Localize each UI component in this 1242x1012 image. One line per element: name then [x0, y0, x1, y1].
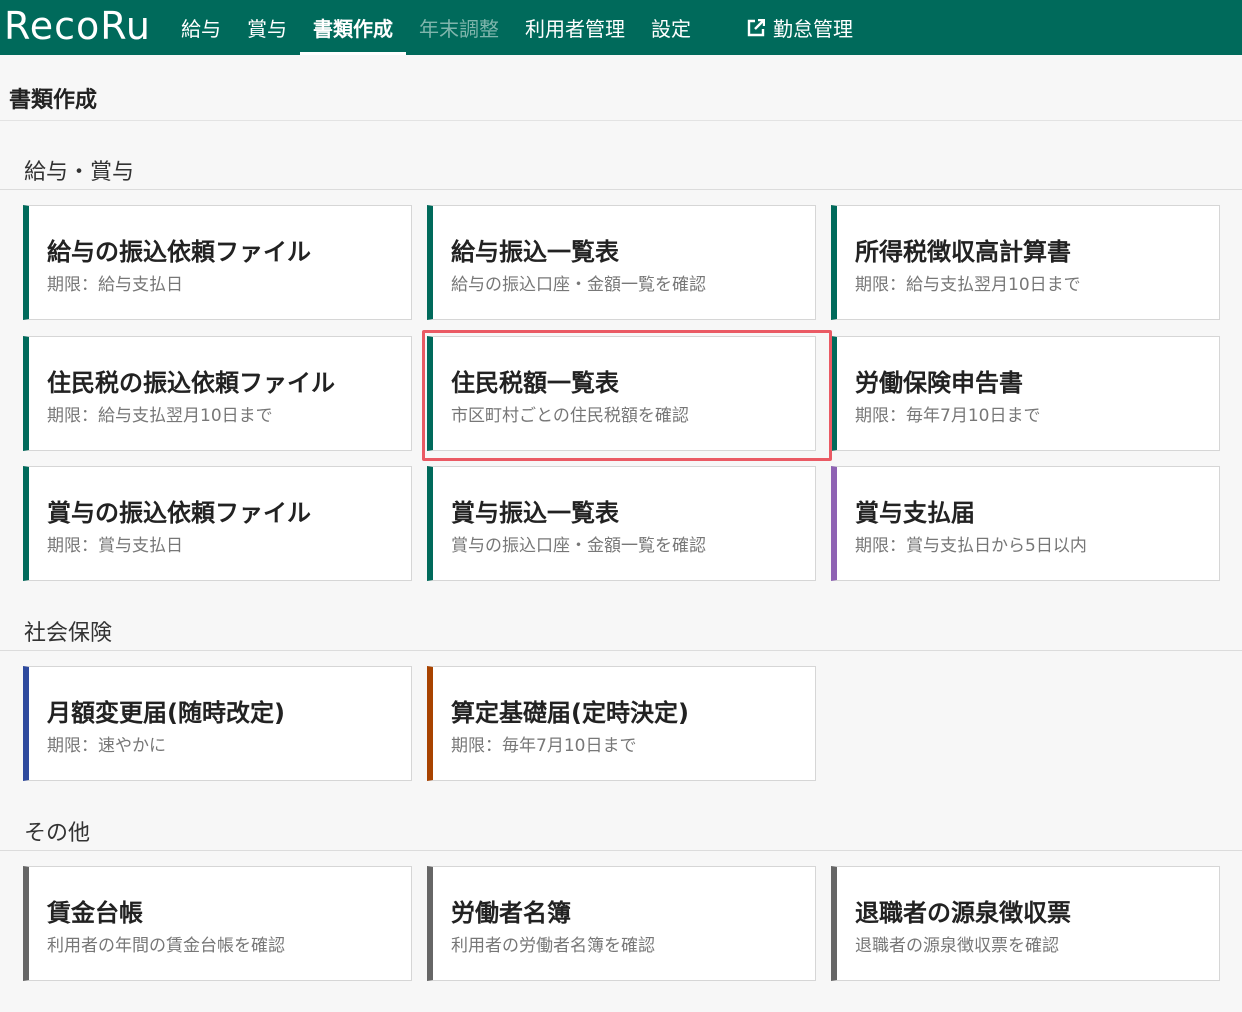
card-worker-register[interactable]: 労働者名簿 利用者の労働者名簿を確認: [427, 866, 816, 981]
card-subtitle: 期限：速やかに: [47, 736, 166, 756]
card-resident-tax-transfer-request-file[interactable]: 住民税の振込依頼ファイル 期限：給与支払翌月10日まで: [23, 336, 412, 451]
section-heading-other: その他: [24, 821, 91, 846]
section-heading-salary-bonus: 給与・賞与: [24, 160, 135, 185]
nav-item-salary[interactable]: 給与: [168, 0, 234, 55]
card-title: 給与の振込依頼ファイル: [47, 238, 311, 266]
card-subtitle: 期限：給与支払翌月10日まで: [855, 275, 1081, 295]
attendance-management-label: 勤怠管理: [773, 17, 853, 41]
section-divider: [0, 189, 1242, 190]
card-subtitle: 期限：賞与支払日: [47, 536, 183, 556]
card-title: 所得税徴収高計算書: [855, 238, 1071, 266]
external-link-icon: [747, 18, 765, 36]
card-title: 労働者名簿: [451, 899, 571, 927]
nav-item-year-end-adjustment[interactable]: 年末調整: [406, 0, 512, 55]
card-salary-transfer-list[interactable]: 給与振込一覧表 給与の振込口座・金額一覧を確認: [427, 205, 816, 320]
section-divider: [0, 650, 1242, 651]
nav-item-documents[interactable]: 書類作成: [300, 0, 406, 55]
card-wage-ledger[interactable]: 賃金台帳 利用者の年間の賃金台帳を確認: [23, 866, 412, 981]
card-subtitle: 期限：賞与支払日から5日以内: [855, 536, 1087, 556]
card-title: 賞与振込一覧表: [451, 499, 619, 527]
card-title: 住民税の振込依頼ファイル: [47, 369, 335, 397]
card-bonus-transfer-request-file[interactable]: 賞与の振込依頼ファイル 期限：賞与支払日: [23, 466, 412, 581]
highlight-box: [422, 330, 832, 461]
card-subtitle: 期限：給与支払翌月10日まで: [47, 406, 273, 426]
page-title: 書類作成: [9, 88, 98, 113]
card-subtitle: 期限：毎年7月10日まで: [451, 736, 637, 756]
card-title: 労働保険申告書: [855, 369, 1023, 397]
card-subtitle: 期限：毎年7月10日まで: [855, 406, 1041, 426]
card-income-tax-withholding-statement[interactable]: 所得税徴収高計算書 期限：給与支払翌月10日まで: [831, 205, 1220, 320]
card-calculation-basis-notification[interactable]: 算定基礎届(定時決定) 期限：毎年7月10日まで: [427, 666, 816, 781]
nav-item-user-management[interactable]: 利用者管理: [512, 0, 638, 55]
card-title: 賞与の振込依頼ファイル: [47, 499, 311, 527]
card-subtitle: 給与の振込口座・金額一覧を確認: [451, 275, 706, 295]
card-labor-insurance-declaration[interactable]: 労働保険申告書 期限：毎年7月10日まで: [831, 336, 1220, 451]
top-navigation-bar: RecoRu 給与 賞与 書類作成 年末調整 利用者管理 設定 勤怠管理: [0, 0, 1242, 55]
card-title: 賃金台帳: [47, 899, 143, 927]
card-subtitle: 期限：給与支払日: [47, 275, 183, 295]
card-subtitle: 利用者の年間の賃金台帳を確認: [47, 936, 285, 956]
section-divider: [0, 850, 1242, 851]
card-title: 退職者の源泉徴収票: [855, 899, 1071, 927]
card-salary-transfer-request-file[interactable]: 給与の振込依頼ファイル 期限：給与支払日: [23, 205, 412, 320]
card-title: 算定基礎届(定時決定): [451, 699, 689, 727]
nav-item-attendance-management[interactable]: 勤怠管理: [734, 0, 866, 55]
nav-item-settings[interactable]: 設定: [638, 0, 704, 55]
recoru-logo[interactable]: RecoRu: [4, 6, 151, 46]
main-nav: 給与 賞与 書類作成 年末調整 利用者管理 設定 勤怠管理: [168, 0, 866, 55]
nav-item-bonus[interactable]: 賞与: [234, 0, 300, 55]
card-retiree-withholding-slip[interactable]: 退職者の源泉徴収票 退職者の源泉徴収票を確認: [831, 866, 1220, 981]
card-title: 月額変更届(随時改定): [47, 699, 285, 727]
card-title: 賞与支払届: [855, 499, 975, 527]
card-subtitle: 利用者の労働者名簿を確認: [451, 936, 655, 956]
card-monthly-change-notification[interactable]: 月額変更届(随時改定) 期限：速やかに: [23, 666, 412, 781]
page-title-bar: 書類作成: [0, 55, 1242, 121]
section-heading-social-insurance: 社会保険: [24, 621, 113, 646]
card-title: 給与振込一覧表: [451, 238, 619, 266]
card-subtitle: 退職者の源泉徴収票を確認: [855, 936, 1059, 956]
card-subtitle: 賞与の振込口座・金額一覧を確認: [451, 536, 706, 556]
card-bonus-transfer-list[interactable]: 賞与振込一覧表 賞与の振込口座・金額一覧を確認: [427, 466, 816, 581]
card-bonus-payment-notification[interactable]: 賞与支払届 期限：賞与支払日から5日以内: [831, 466, 1220, 581]
